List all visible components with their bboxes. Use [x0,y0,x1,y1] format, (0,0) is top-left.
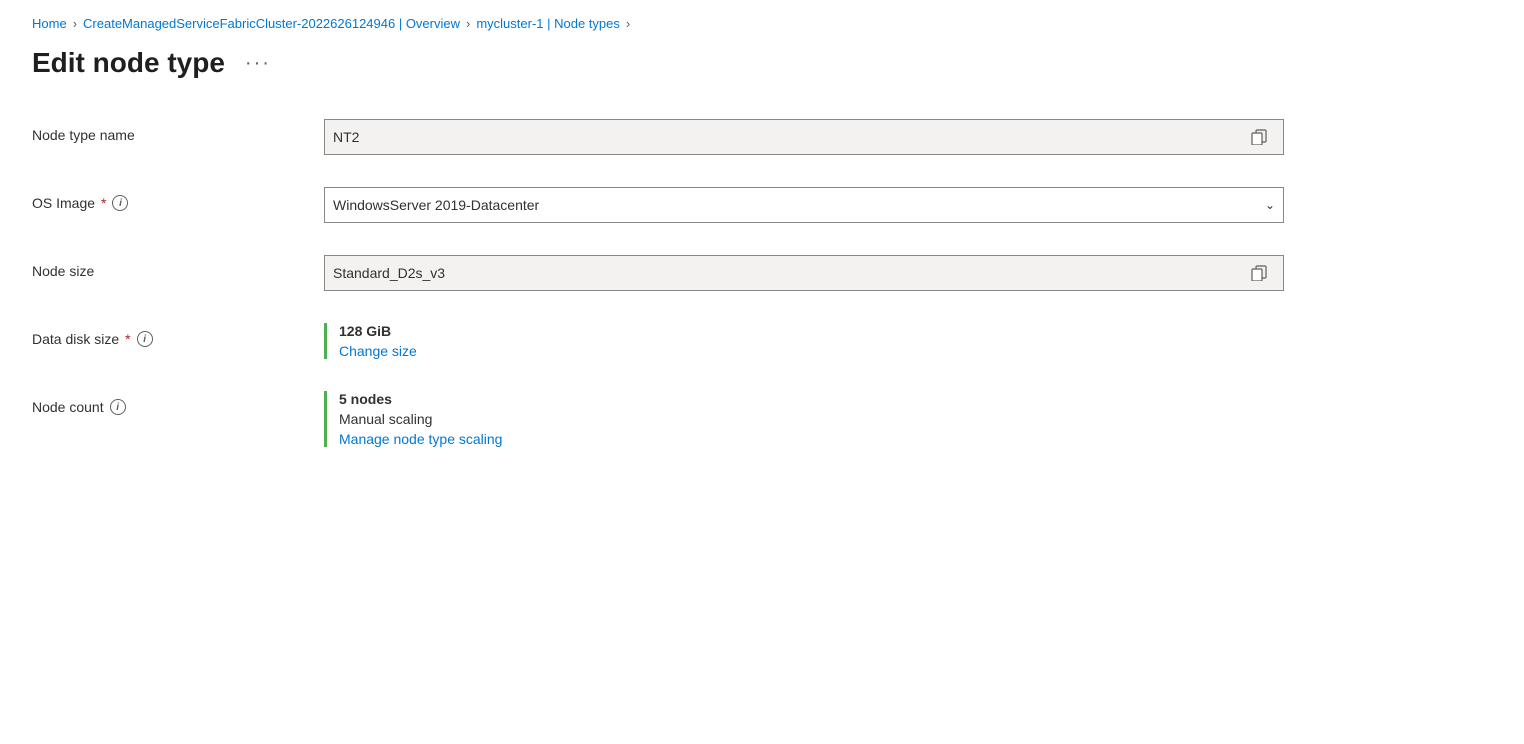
form-control-col-node-size: Standard_D2s_v3 [324,255,1284,291]
data-disk-size-display: 128 GiB Change size [324,323,1284,359]
form-row-node-size: Node size Standard_D2s_v3 [32,255,1492,291]
breadcrumb-separator-2: › [466,16,470,31]
change-size-link[interactable]: Change size [339,343,1284,359]
data-disk-size-required-star: * [125,331,130,347]
ellipsis-menu-button[interactable]: ··· [237,48,279,79]
node-type-name-value: NT2 [333,129,1243,145]
form-label-col-node-size: Node size [32,255,292,279]
node-type-name-copy-button[interactable] [1243,121,1275,153]
data-disk-size-label: Data disk size [32,331,119,347]
form-control-col-node-type-name: NT2 [324,119,1284,155]
node-size-value: Standard_D2s_v3 [333,265,1243,281]
form-container: Node type name NT2 OS Image * [32,119,1492,447]
node-type-name-field: NT2 [324,119,1284,155]
copy-icon [1251,265,1267,281]
os-image-info-icon[interactable]: i [112,195,128,211]
form-control-col-os-image: WindowsServer 2019-Datacenter ⌄ [324,187,1284,223]
node-size-copy-button[interactable] [1243,257,1275,289]
manage-scaling-link[interactable]: Manage node type scaling [339,431,1284,447]
form-row-data-disk-size: Data disk size * i 128 GiB Change size [32,323,1492,359]
node-size-label: Node size [32,263,94,279]
breadcrumb: Home › CreateManagedServiceFabricCluster… [32,16,1492,31]
node-size-field: Standard_D2s_v3 [324,255,1284,291]
node-type-name-label: Node type name [32,127,135,143]
page-title: Edit node type [32,47,225,79]
form-row-os-image: OS Image * i WindowsServer 2019-Datacent… [32,187,1492,223]
breadcrumb-separator-1: › [73,16,77,31]
data-disk-size-info-icon[interactable]: i [137,331,153,347]
form-label-col-data-disk-size: Data disk size * i [32,323,292,347]
os-image-chevron-icon: ⌄ [1265,198,1275,212]
node-count-display: 5 nodes Manual scaling Manage node type … [324,391,1284,447]
os-image-dropdown-value: WindowsServer 2019-Datacenter [333,197,1265,213]
form-label-col-os-image: OS Image * i [32,187,292,211]
os-image-required-star: * [101,195,106,211]
node-count-scaling-type: Manual scaling [339,411,1284,427]
breadcrumb-node-types[interactable]: mycluster-1 | Node types [476,16,620,31]
form-row-node-type-name: Node type name NT2 [32,119,1492,155]
node-count-value: 5 nodes [339,391,1284,407]
form-label-col-node-type-name: Node type name [32,119,292,143]
form-control-col-data-disk-size: 128 GiB Change size [324,323,1284,359]
copy-icon [1251,129,1267,145]
breadcrumb-separator-3: › [626,16,630,31]
breadcrumb-cluster-overview[interactable]: CreateManagedServiceFabricCluster-202262… [83,16,460,31]
data-disk-size-value: 128 GiB [339,323,1284,339]
form-row-node-count: Node count i 5 nodes Manual scaling Mana… [32,391,1492,447]
node-count-label: Node count [32,399,104,415]
os-image-label: OS Image [32,195,95,211]
page-container: Home › CreateManagedServiceFabricCluster… [0,0,1524,479]
form-control-col-node-count: 5 nodes Manual scaling Manage node type … [324,391,1284,447]
os-image-dropdown[interactable]: WindowsServer 2019-Datacenter ⌄ [324,187,1284,223]
page-title-row: Edit node type ··· [32,47,1492,79]
form-label-col-node-count: Node count i [32,391,292,415]
node-count-info-icon[interactable]: i [110,399,126,415]
breadcrumb-home[interactable]: Home [32,16,67,31]
